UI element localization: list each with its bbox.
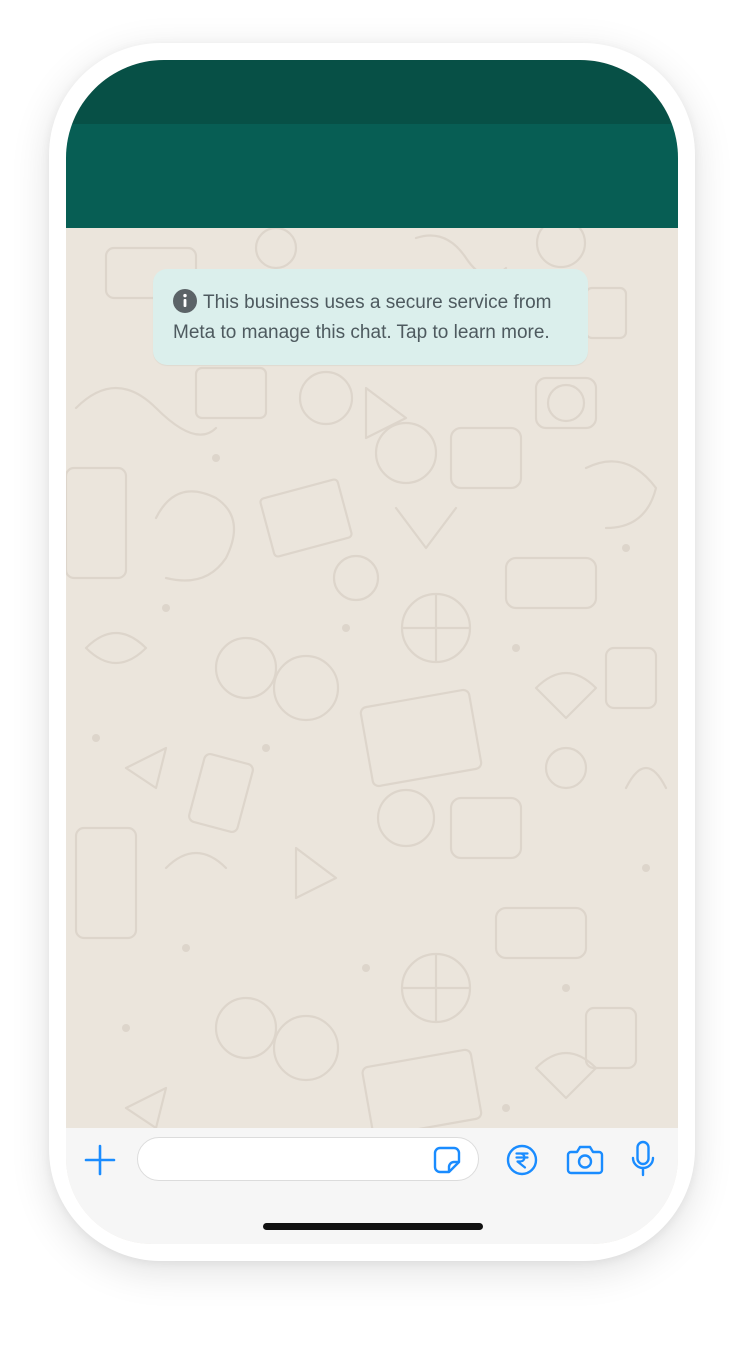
- phone-frame: This business uses a secure service from…: [49, 43, 695, 1261]
- info-icon: [173, 289, 197, 313]
- secure-service-notice[interactable]: This business uses a secure service from…: [153, 269, 588, 365]
- camera-icon[interactable]: [566, 1144, 604, 1176]
- sticker-icon[interactable]: [432, 1145, 462, 1175]
- chat-header: [66, 124, 678, 228]
- chat-area[interactable]: This business uses a secure service from…: [66, 228, 678, 1128]
- microphone-icon[interactable]: [630, 1140, 656, 1178]
- phone-screen: This business uses a secure service from…: [66, 60, 678, 1244]
- plus-icon[interactable]: [82, 1142, 118, 1178]
- rupee-payment-icon[interactable]: [506, 1144, 538, 1176]
- message-composer: [66, 1128, 678, 1244]
- home-indicator[interactable]: [263, 1223, 483, 1230]
- notice-text: This business uses a secure service from…: [173, 292, 552, 343]
- status-bar: [66, 60, 678, 124]
- message-input[interactable]: [137, 1137, 479, 1181]
